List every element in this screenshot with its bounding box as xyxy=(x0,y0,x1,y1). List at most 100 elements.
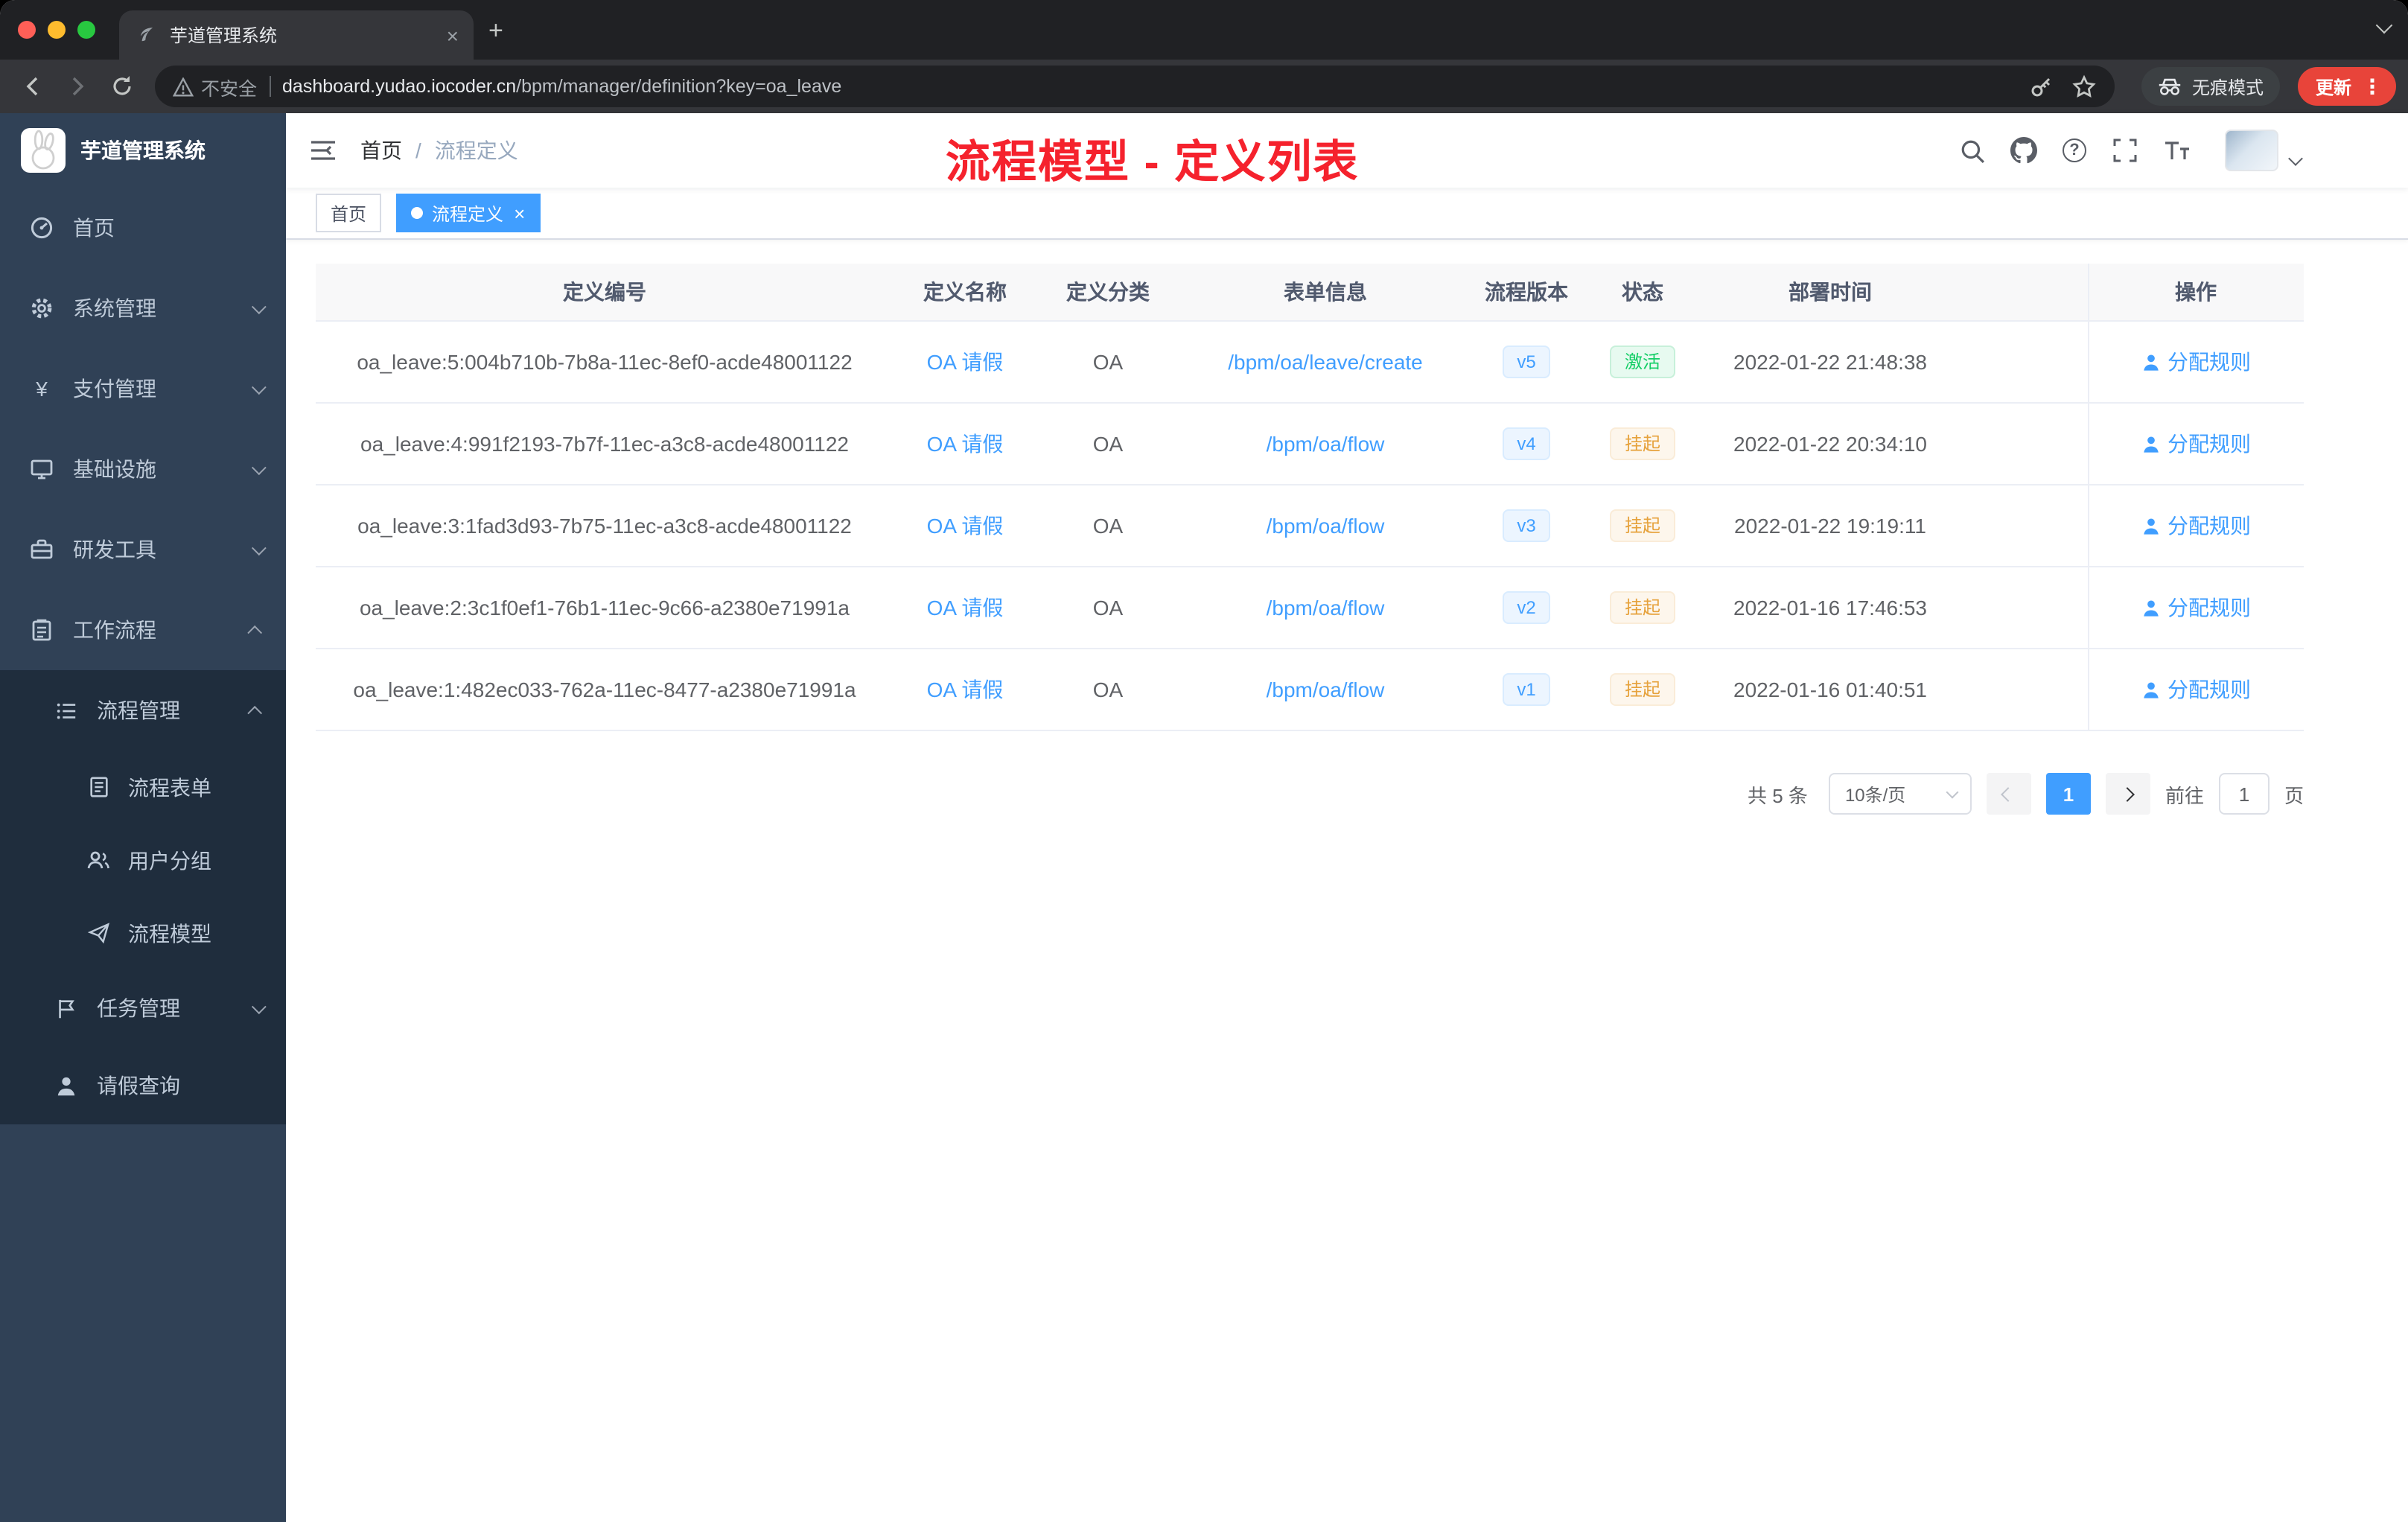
chrome-update-button[interactable]: 更新 ⋮ xyxy=(2297,67,2396,106)
address-bar[interactable]: 不安全 dashboard.yudao.iocoder.cn/bpm/manag… xyxy=(155,66,2115,107)
assign-rule-link[interactable]: 分配规则 xyxy=(2141,511,2251,541)
tag-home[interactable]: 首页 xyxy=(316,194,382,232)
cell-spacer xyxy=(1957,404,2088,484)
assign-rule-link[interactable]: 分配规则 xyxy=(2141,593,2251,623)
font-size-icon[interactable] xyxy=(2164,137,2191,164)
form-link[interactable]: /bpm/oa/leave/create xyxy=(1228,350,1423,374)
cell-spacer xyxy=(1957,322,2088,402)
breadcrumb-separator: / xyxy=(415,138,421,162)
security-indicator[interactable]: 不安全 xyxy=(173,72,257,101)
version-badge: v3 xyxy=(1502,509,1551,542)
sidebar-item-system[interactable]: 系统管理 xyxy=(0,268,286,348)
dashboard-icon xyxy=(30,216,54,240)
fullscreen-icon[interactable] xyxy=(2112,137,2138,164)
browser-tab[interactable]: 芋道管理系统 × xyxy=(119,10,474,60)
cell-id: oa_leave:4:991f2193-7b7f-11ec-a3c8-acde4… xyxy=(360,432,849,456)
page-size-select[interactable]: 10条/页 xyxy=(1828,773,1972,815)
assign-rule-link[interactable]: 分配规则 xyxy=(2141,675,2251,704)
app-logo[interactable]: 芋道管理系统 xyxy=(0,113,286,188)
incognito-label: 无痕模式 xyxy=(2191,77,2264,98)
sidebar-item-process-management[interactable]: 流程管理 xyxy=(0,670,286,751)
chevron-down-icon xyxy=(251,379,267,395)
maximize-window-button[interactable] xyxy=(77,21,95,39)
table-row: oa_leave:4:991f2193-7b7f-11ec-a3c8-acde4… xyxy=(316,404,2304,485)
tab-search-chevron-icon[interactable] xyxy=(2375,16,2393,34)
sidebar-item-workflow[interactable]: 工作流程 xyxy=(0,590,286,670)
definition-name-link[interactable]: OA 请假 xyxy=(927,347,1004,377)
definition-name-link[interactable]: OA 请假 xyxy=(927,675,1004,704)
form-link[interactable]: /bpm/oa/flow xyxy=(1267,678,1385,701)
minimize-window-button[interactable] xyxy=(48,21,66,39)
form-link[interactable]: /bpm/oa/flow xyxy=(1267,596,1385,620)
list-icon xyxy=(54,698,77,722)
tag-close-icon[interactable]: × xyxy=(514,203,525,223)
version-badge: v2 xyxy=(1502,591,1551,624)
sidebar-item-leave-query[interactable]: 请假查询 xyxy=(0,1047,286,1124)
definition-name-link[interactable]: OA 请假 xyxy=(927,429,1004,459)
user-icon xyxy=(2143,354,2158,370)
breadcrumb-current: 流程定义 xyxy=(434,138,518,162)
sidebar-item-process-models[interactable]: 流程模型 xyxy=(0,897,286,969)
chevron-down-icon xyxy=(251,299,267,314)
tag-process-definition[interactable]: 流程定义 × xyxy=(396,194,541,232)
key-icon[interactable] xyxy=(2030,74,2054,98)
toolbox-icon xyxy=(30,538,54,561)
breadcrumb-home[interactable]: 首页 xyxy=(360,136,402,165)
browser-tab-strip: 芋道管理系统 × + xyxy=(0,0,2408,60)
cell-deploy-time: 2022-01-16 01:40:51 xyxy=(1733,678,1927,701)
search-icon[interactable] xyxy=(1958,137,1985,164)
bookmark-star-icon[interactable] xyxy=(2071,74,2097,99)
definition-name-link[interactable]: OA 请假 xyxy=(927,593,1004,623)
avatar[interactable] xyxy=(2225,130,2278,171)
window-controls xyxy=(0,21,119,39)
col-header-spacer xyxy=(1957,264,2088,320)
sidebar-item-payment[interactable]: ¥ 支付管理 xyxy=(0,348,286,429)
sidebar-item-dev-tools[interactable]: 研发工具 xyxy=(0,509,286,590)
incognito-badge: 无痕模式 xyxy=(2141,67,2280,106)
col-header-category: 定义分类 xyxy=(1066,280,1150,304)
goto-page-input[interactable] xyxy=(2218,773,2270,815)
assign-rule-link[interactable]: 分配规则 xyxy=(2141,429,2251,459)
sidebar: 芋道管理系统 首页 系统管理 ¥ 支付管理 基础设施 研发工具 工作流程 流程管… xyxy=(0,113,286,1522)
next-page-button[interactable] xyxy=(2105,773,2150,815)
hamburger-icon[interactable] xyxy=(310,137,337,164)
form-link[interactable]: /bpm/oa/flow xyxy=(1267,432,1385,456)
page-number-button[interactable]: 1 xyxy=(2045,773,2091,815)
cell-spacer xyxy=(1957,649,2088,730)
user-menu[interactable] xyxy=(2225,130,2303,171)
sidebar-item-infrastructure[interactable]: 基础设施 xyxy=(0,429,286,509)
sidebar-item-user-groups[interactable]: 用户分组 xyxy=(0,824,286,897)
new-tab-button[interactable]: + xyxy=(488,17,503,42)
page-size-value: 10条/页 xyxy=(1844,784,1906,805)
cell-deploy-time: 2022-01-22 21:48:38 xyxy=(1733,350,1927,374)
version-badge: v1 xyxy=(1502,673,1551,706)
col-header-actions: 操作 xyxy=(2175,280,2217,304)
form-link[interactable]: /bpm/oa/flow xyxy=(1267,514,1385,538)
main-content: 定义编号 定义名称 定义分类 表单信息 流程版本 状态 部署时间 操作 oa_l… xyxy=(286,240,2408,1522)
definition-name-link[interactable]: OA 请假 xyxy=(927,511,1004,541)
chevron-up-icon xyxy=(247,624,263,640)
tag-label: 流程定义 xyxy=(432,203,504,224)
user-icon xyxy=(2143,518,2158,534)
sidebar-item-process-forms[interactable]: 流程表单 xyxy=(0,751,286,824)
forward-button[interactable] xyxy=(57,66,98,107)
security-label: 不安全 xyxy=(201,78,258,99)
sidebar-item-task-management[interactable]: 任务管理 xyxy=(0,969,286,1047)
github-icon[interactable] xyxy=(2010,137,2037,164)
help-icon[interactable]: ? xyxy=(2063,138,2086,162)
back-button[interactable] xyxy=(12,66,54,107)
tab-close-icon[interactable]: × xyxy=(447,25,459,45)
sidebar-item-home[interactable]: 首页 xyxy=(0,188,286,268)
assign-rule-link[interactable]: 分配规则 xyxy=(2141,347,2251,377)
browser-window: 芋道管理系统 × + 不安全 dashboard.yudao.iocoder.c… xyxy=(0,0,2408,1522)
caret-down-icon xyxy=(2288,150,2303,165)
user-icon xyxy=(2143,436,2158,452)
col-header-deploy-time: 部署时间 xyxy=(1789,280,1872,304)
update-label: 更新 xyxy=(2315,77,2351,98)
reload-button[interactable] xyxy=(101,66,143,107)
close-window-button[interactable] xyxy=(18,21,36,39)
browser-menu-icon[interactable]: ⋮ xyxy=(2362,76,2383,97)
prev-page-button[interactable] xyxy=(1986,773,2031,815)
chevron-down-icon xyxy=(251,459,267,475)
sidebar-item-label: 首页 xyxy=(73,216,115,240)
